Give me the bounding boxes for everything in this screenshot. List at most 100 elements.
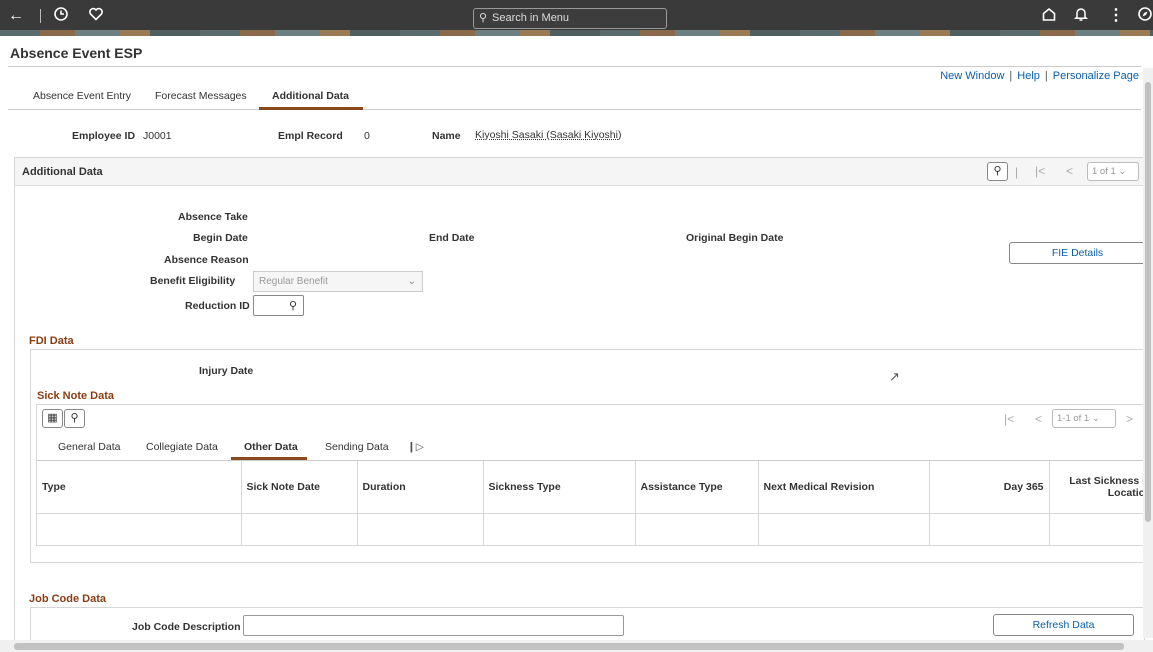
employee-id-value: J0001 (143, 130, 172, 142)
subtab-sending-data[interactable]: Sending Data (325, 441, 389, 453)
search-icon: ⚲ (479, 9, 487, 28)
separator: | (1009, 70, 1012, 82)
table-cell (37, 513, 241, 546)
table-cell (357, 513, 483, 546)
table-cell (241, 513, 357, 546)
begin-date-label: Begin Date (193, 232, 248, 244)
table-cell (758, 513, 929, 546)
absence-reason-label: Absence Reason (164, 254, 249, 266)
column-header-sickness-type[interactable]: Sickness Type (483, 461, 635, 513)
benefit-eligibility-value: Regular Benefit (259, 276, 328, 287)
row-pager-select[interactable]: 1 of 1 ⌄ (1087, 162, 1139, 181)
page-tabs: Absence Event Entry Forecast Messages Ad… (8, 82, 1141, 110)
next-page-icon[interactable]: > (1126, 412, 1133, 426)
search-icon: ⚲ (70, 412, 78, 424)
tab-absence-event-entry[interactable]: Absence Event Entry (33, 90, 131, 102)
clock-icon[interactable] (53, 6, 69, 28)
column-header-sick-note-date[interactable]: Sick Note Date (241, 461, 357, 513)
column-header-last-sickness-location[interactable]: Last Sickness in Location (1049, 461, 1145, 513)
arrow-left-icon[interactable]: ← (8, 6, 24, 26)
name-label: Name (432, 130, 461, 142)
empl-record-label: Empl Record (278, 130, 343, 142)
page-title: Absence Event ESP (10, 45, 142, 61)
column-header-day-365[interactable]: Day 365 (929, 461, 1049, 513)
table-cell (1049, 513, 1145, 546)
employee-id-label: Employee ID (72, 130, 135, 142)
empl-record-value: 0 (364, 130, 370, 142)
reduction-id-lookup[interactable]: ⚲ (253, 295, 304, 316)
bell-icon[interactable] (1073, 6, 1089, 28)
fie-details-button[interactable]: FIE Details (1009, 242, 1146, 264)
column-header-next-medical-revision[interactable]: Next Medical Revision (758, 461, 929, 513)
divider: | (1015, 165, 1018, 179)
divider (8, 66, 1141, 67)
absence-take-label: Absence Take (178, 211, 248, 223)
subtab-general-data[interactable]: General Data (58, 441, 120, 453)
pager-value: 1 of 1 (1092, 166, 1116, 177)
chevron-down-icon: ⌄ (408, 272, 416, 291)
additional-data-header: Additional Data (15, 158, 1144, 186)
first-page-icon[interactable]: |< (1004, 412, 1014, 426)
column-header-assistance-type[interactable]: Assistance Type (635, 461, 758, 513)
grid-row-pager-select[interactable]: 1-1 of 1 ⌄ (1052, 409, 1116, 428)
search-placeholder: Search in Menu (492, 12, 569, 24)
search-input[interactable]: ⚲ Search in Menu (473, 8, 667, 29)
tab-additional-data[interactable]: Additional Data (272, 90, 349, 102)
employee-name-value: Kiyoshi Sasaki (Sasaki Kiyoshi) (475, 129, 621, 141)
sick-note-table-viewport: Type Sick Note Date Duration Sickness Ty… (37, 461, 1145, 546)
search-icon: ⚲ (289, 299, 297, 312)
grid-search-button[interactable]: ⚲ (64, 409, 85, 428)
horizontal-scrollbar[interactable] (0, 640, 1153, 652)
column-header-type[interactable]: Type (37, 461, 241, 513)
mouse-cursor-icon: ↗ (889, 369, 900, 385)
first-page-icon[interactable]: |< (1035, 164, 1045, 178)
kebab-icon[interactable]: ⋮ (1108, 6, 1124, 26)
tab-forecast-messages[interactable]: Forecast Messages (155, 90, 247, 102)
show-all-columns-icon[interactable]: ❙▷ (407, 441, 424, 453)
reduction-id-label: Reduction ID (185, 300, 250, 312)
panel-title: Additional Data (22, 166, 103, 178)
subtab-collegiate-data[interactable]: Collegiate Data (146, 441, 218, 453)
top-banner: ← ⚲ Search in Menu ⋮ (0, 0, 1153, 36)
compass-icon[interactable] (1137, 6, 1153, 28)
scrollbar-thumb[interactable] (14, 643, 1124, 650)
benefit-eligibility-select[interactable]: Regular Benefit ⌄ (253, 271, 423, 292)
search-icon: ⚲ (993, 165, 1001, 177)
active-tab-indicator (259, 107, 363, 110)
original-begin-date-label: Original Begin Date (686, 232, 783, 244)
job-code-data-title: Job Code Data (29, 593, 106, 605)
scrollbar-thumb[interactable] (1145, 82, 1151, 522)
panel-search-button[interactable]: ⚲ (987, 162, 1008, 181)
refresh-data-button[interactable]: Refresh Data (993, 614, 1134, 636)
previous-page-icon[interactable]: < (1066, 164, 1073, 178)
grid-view-toggle-button[interactable]: ▦ (42, 409, 63, 428)
injury-date-label: Injury Date (199, 365, 253, 377)
job-code-description-label: Job Code Description (132, 621, 241, 633)
table-cell (929, 513, 1049, 546)
help-link[interactable]: Help (1017, 70, 1040, 82)
separator: | (1045, 70, 1048, 82)
table-cell (635, 513, 758, 546)
home-icon[interactable] (1041, 6, 1057, 28)
pager-value: 1-1 of 1 (1057, 413, 1089, 424)
end-date-label: End Date (429, 232, 475, 244)
divider (40, 9, 41, 23)
heart-icon[interactable] (88, 6, 104, 28)
job-code-description-input[interactable] (243, 615, 624, 636)
personalize-page-link[interactable]: Personalize Page (1053, 70, 1139, 82)
vertical-scrollbar[interactable] (1143, 68, 1153, 638)
sick-note-data-title: Sick Note Data (37, 390, 114, 402)
sick-note-table: Type Sick Note Date Duration Sickness Ty… (37, 461, 1145, 546)
page-links: New Window | Help | Personalize Page (940, 70, 1139, 82)
grid-icon: ▦ (47, 412, 57, 424)
table-header-row: Type Sick Note Date Duration Sickness Ty… (37, 461, 1145, 513)
previous-page-icon[interactable]: < (1035, 412, 1042, 426)
fdi-data-title: FDI Data (29, 335, 74, 347)
banner-pattern (0, 30, 1153, 36)
column-header-duration[interactable]: Duration (357, 461, 483, 513)
new-window-link[interactable]: New Window (940, 70, 1004, 82)
table-cell (483, 513, 635, 546)
benefit-eligibility-label: Benefit Eligibility (150, 275, 235, 287)
table-row (37, 513, 1145, 546)
subtab-other-data[interactable]: Other Data (244, 441, 298, 453)
